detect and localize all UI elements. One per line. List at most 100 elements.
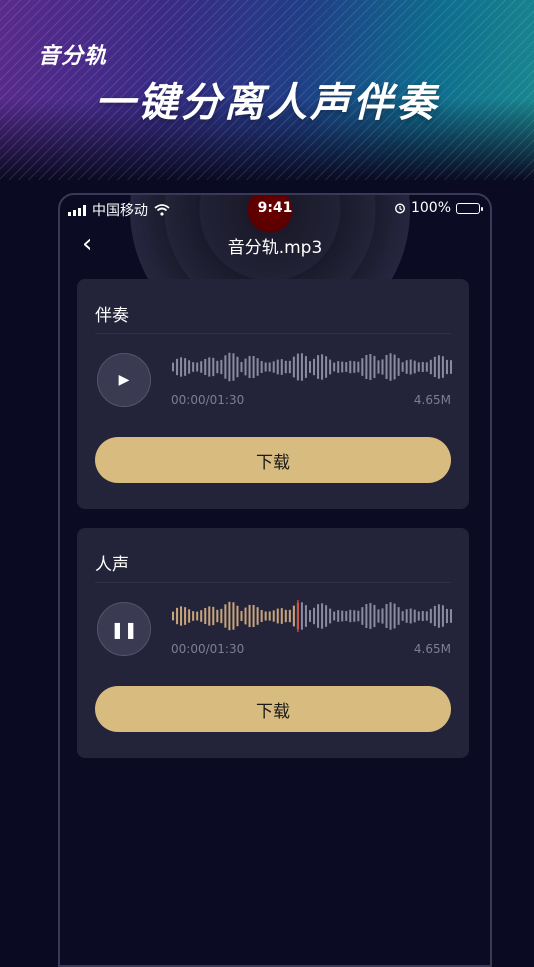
waveform-bar	[180, 606, 183, 626]
waveform-bar	[184, 358, 187, 376]
page-title: 音分轨.mp3	[227, 238, 323, 258]
waveform-bar	[429, 608, 432, 624]
waveform-bar	[284, 609, 287, 623]
waveform-bar	[240, 361, 243, 373]
waveform-bar	[329, 359, 332, 375]
waveform-bar	[373, 355, 376, 379]
card-divider	[95, 582, 451, 583]
waveform-bar	[260, 360, 263, 374]
waveform-bar	[280, 359, 283, 375]
waveform-bar	[413, 360, 416, 374]
waveform-bar	[437, 604, 440, 628]
waveform-bar	[313, 607, 316, 625]
playhead[interactable]	[297, 600, 299, 632]
waveform-bar	[264, 362, 267, 372]
download-button[interactable]: 下载	[95, 437, 451, 483]
waveform-bar	[268, 362, 271, 372]
waveform-bar	[208, 357, 211, 377]
waveform-bar	[381, 608, 384, 624]
waveform-bar	[349, 609, 352, 623]
waveform-bar	[449, 360, 452, 374]
waveform-bar	[317, 604, 320, 628]
waveform-bar	[200, 610, 203, 622]
waveform-bar	[300, 602, 303, 630]
waveform-bar	[180, 357, 183, 377]
track-time: 00:00/01:30	[171, 393, 245, 407]
battery-icon	[456, 202, 483, 214]
waveform[interactable]	[171, 351, 453, 383]
waveform-bar	[397, 607, 400, 625]
waveform-bar	[236, 356, 239, 378]
waveform-bar	[252, 356, 255, 378]
track-size: 4.65M	[413, 642, 451, 656]
waveform-bar	[325, 356, 328, 378]
waveform-bar	[377, 609, 380, 623]
waveform-bar	[421, 611, 424, 622]
waveform-bar	[353, 610, 356, 622]
waveform-bar	[288, 360, 291, 374]
waveform-bar	[437, 355, 440, 379]
waveform-bar	[313, 358, 316, 376]
waveform-bar	[240, 610, 243, 622]
waveform-bar	[196, 362, 199, 372]
waveform-bar	[345, 611, 348, 621]
app-tag: 音分轨	[38, 44, 108, 69]
waveform-bar	[244, 358, 247, 376]
waveform-bar	[176, 607, 179, 625]
waveform-bar	[413, 609, 416, 623]
waveform-bar	[381, 359, 384, 375]
waveform-bar	[401, 362, 404, 372]
waveform-bar	[345, 362, 348, 372]
waveform-bar	[317, 355, 320, 379]
waveform-bar	[232, 353, 235, 381]
waveform-bar	[264, 611, 267, 621]
waveform-bar	[268, 611, 271, 621]
waveform-bar	[224, 604, 227, 628]
waveform-bar	[308, 610, 311, 622]
waveform-bar	[260, 609, 263, 623]
waveform-bar	[272, 361, 275, 373]
waveform-bar	[280, 608, 283, 624]
waveform-bar	[212, 357, 215, 377]
waveform-bar	[248, 604, 251, 628]
track-card-vocals: 人声 ❚❚ 00:00/01:30 4.65M 下载	[77, 528, 469, 758]
waveform-bar	[176, 358, 179, 376]
waveform-bar	[405, 360, 408, 374]
battery-percent: 100%	[410, 200, 451, 216]
waveform-bar	[244, 607, 247, 625]
waveform-bar	[417, 362, 420, 372]
waveform-bar	[208, 606, 211, 626]
waveform-bar	[204, 607, 207, 625]
waveform-bar	[449, 609, 452, 623]
waveform-bar	[349, 360, 352, 374]
waveform-bar	[228, 601, 231, 631]
waveform-bar	[248, 355, 251, 379]
waveform-bar	[292, 356, 295, 378]
waveform-bar	[304, 356, 307, 378]
waveform-bar	[433, 356, 436, 378]
waveform-bar	[256, 607, 259, 625]
waveform-bar	[196, 611, 199, 621]
track-time: 00:00/01:30	[171, 642, 245, 656]
waveform-bar	[441, 356, 444, 378]
waveform-bar	[409, 608, 412, 624]
download-button[interactable]: 下载	[95, 686, 451, 732]
promo-banner: 音分轨 一键分离人声伴奏	[0, 0, 534, 180]
waveform-bar	[284, 360, 287, 374]
play-button[interactable]: ▶	[97, 353, 151, 407]
status-bar: 中国移动 9:41 100%	[60, 195, 490, 221]
waveform-bar	[365, 604, 368, 628]
waveform-bar	[393, 354, 396, 380]
waveform-bar	[361, 358, 364, 376]
waveform-bar	[216, 360, 219, 374]
waveform[interactable]	[171, 600, 453, 632]
waveform-bar	[433, 605, 436, 627]
waveform-bar	[357, 610, 360, 622]
waveform-bar	[389, 602, 392, 630]
waveform-bar	[220, 608, 223, 624]
pause-button[interactable]: ❚❚	[97, 602, 151, 656]
waveform-bar	[276, 359, 279, 375]
waveform-bar	[389, 353, 392, 381]
waveform-bar	[369, 353, 372, 381]
waveform-bar	[329, 608, 332, 624]
